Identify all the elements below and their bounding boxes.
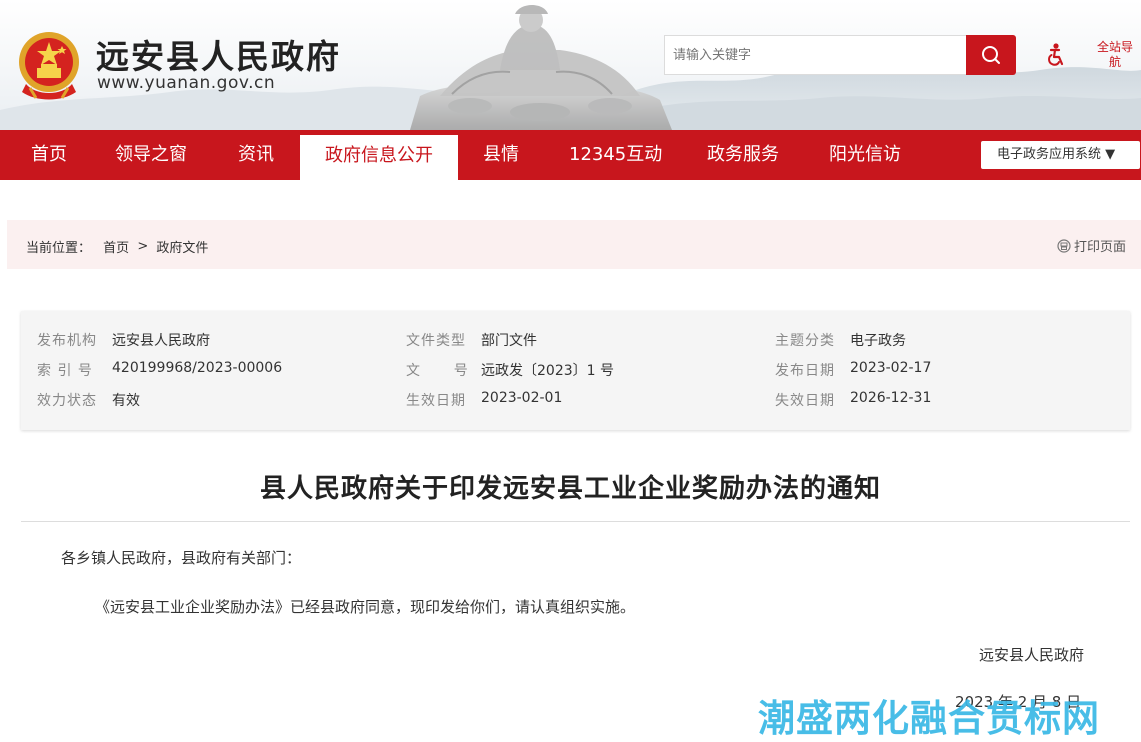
meta-value-effective-date: 2023-02-01 [481,390,563,406]
title-divider [21,521,1130,522]
site-url[interactable]: www.yuanan.gov.cn [97,73,275,93]
search-icon [982,46,1000,64]
meta-value-publisher: 远安县人民政府 [112,333,210,349]
meta-value-doc-number: 远政发〔2023〕1 号 [481,363,614,379]
article-signature: 远安县人民政府 [979,646,1085,664]
nav-item-home[interactable]: 首页 [31,130,67,180]
breadcrumb-home-link[interactable]: 首页 [103,241,129,256]
meta-label-publisher: 发布机构 [37,333,97,349]
meta-label-doc-number: 文 号 [406,363,469,379]
nav-item-news[interactable]: 资讯 [238,130,274,180]
search-input[interactable] [664,35,966,75]
nav-item-12345[interactable]: 12345互动 [569,130,662,180]
nav-item-info-disclosure[interactable]: 政府信息公开 [300,135,458,180]
meta-value-expiry-date: 2026-12-31 [850,390,932,406]
meta-value-publish-date: 2023-02-17 [850,360,932,376]
nav-item-services[interactable]: 政务服务 [707,130,779,180]
printer-icon [1057,239,1071,253]
article-title: 县人民政府关于印发远安县工业企业奖励办法的通知 [259,474,881,504]
search-button[interactable] [966,35,1016,75]
accessibility-icon[interactable] [1043,42,1069,68]
watermark: 潮盛两化融合贯标网 [758,697,1100,740]
print-page-button[interactable]: 打印页面 [1057,236,1126,255]
e-gov-app-dropdown[interactable]: 电子政务应用系统 ▼ [981,141,1140,169]
article-body: 《远安县工业企业奖励办法》已经县政府同意，现印发给你们，请认真组织实施。 [95,598,636,616]
meta-row: 效力状态 有效 生效日期 2023-02-01 失效日期 2026-12-31 [21,390,1130,410]
meta-value-topic: 电子政务 [850,333,906,349]
meta-label-status: 效力状态 [37,393,97,409]
nav-item-petition[interactable]: 阳光信访 [829,130,901,180]
nav-item-leaders[interactable]: 领导之窗 [115,130,187,180]
full-site-nav-link[interactable]: 全站导航 [1095,40,1135,70]
meta-label-expiry-date: 失效日期 [775,393,835,409]
meta-label-effective-date: 生效日期 [406,393,466,409]
breadcrumb-prefix: 当前位置： [26,241,92,256]
document-metadata-table: 发布机构 远安县人民政府 文件类型 部门文件 主题分类 电子政务 索 引 号 4… [21,311,1130,430]
breadcrumb-current-link[interactable]: 政府文件 [156,241,208,256]
meta-label-doc-type: 文件类型 [406,333,466,349]
meta-value-index: 420199968/2023-00006 [112,360,283,376]
meta-value-doc-type: 部门文件 [481,333,537,349]
article-salutation: 各乡镇人民政府，县政府有关部门： [61,549,302,567]
meta-label-topic: 主题分类 [775,333,835,349]
meta-label-index: 索 引 号 [37,363,93,379]
meta-row: 索 引 号 420199968/2023-00006 文 号 远政发〔2023〕… [21,360,1130,380]
main-nav: 首页 领导之窗 资讯 政府信息公开 县情 12345互动 政务服务 阳光信访 [0,130,1141,180]
breadcrumb: 当前位置： 首页 > 政府文件 [26,237,208,256]
meta-value-status: 有效 [112,393,140,409]
national-emblem-icon [19,32,79,100]
nav-item-county[interactable]: 县情 [483,130,519,180]
meta-label-publish-date: 发布日期 [775,363,835,379]
meta-row: 发布机构 远安县人民政府 文件类型 部门文件 主题分类 电子政务 [21,330,1130,350]
breadcrumb-separator: > [137,239,149,254]
site-title[interactable]: 远安县人民政府 [96,30,341,78]
print-page-label: 打印页面 [1074,240,1127,255]
